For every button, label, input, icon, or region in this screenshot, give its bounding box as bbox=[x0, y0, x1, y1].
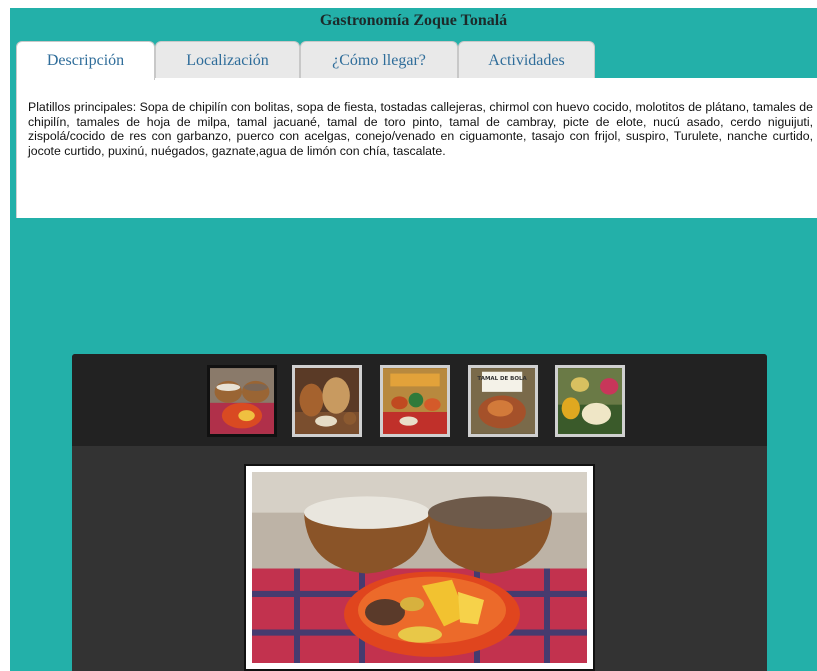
tab-descripcion[interactable]: Descripción bbox=[16, 41, 155, 80]
gourds-image bbox=[295, 368, 359, 434]
image-gallery: TAMAL DE BOLA bbox=[72, 354, 767, 671]
thumbnail-gourds[interactable] bbox=[292, 365, 362, 437]
tab-localizacion[interactable]: Localización bbox=[155, 41, 300, 78]
main-food-image bbox=[252, 472, 587, 663]
main-image-frame[interactable] bbox=[244, 464, 595, 671]
thumbnail-strip: TAMAL DE BOLA bbox=[72, 354, 767, 446]
thumbnail-tamal-de-bola[interactable]: TAMAL DE BOLA bbox=[468, 365, 538, 437]
thumbnail-bowls-and-fruit[interactable] bbox=[207, 365, 277, 437]
tab-como-llegar[interactable]: ¿Cómo llegar? bbox=[300, 41, 458, 78]
thumbnail-market-table[interactable] bbox=[380, 365, 450, 437]
fruit-spread-image bbox=[558, 368, 622, 434]
tamal-de-bola-image: TAMAL DE BOLA bbox=[471, 368, 535, 434]
bowls-and-fruit-image bbox=[210, 368, 274, 434]
market-table-image bbox=[383, 368, 447, 434]
description-text: Platillos principales: Sopa de chipilín … bbox=[28, 100, 813, 158]
tab-actividades[interactable]: Actividades bbox=[458, 41, 595, 78]
page-title: Gastronomía Zoque Tonalá bbox=[319, 12, 508, 29]
thumbnail-fruit-spread[interactable] bbox=[555, 365, 625, 437]
tamal-card-text: TAMAL DE BOLA bbox=[477, 376, 527, 382]
